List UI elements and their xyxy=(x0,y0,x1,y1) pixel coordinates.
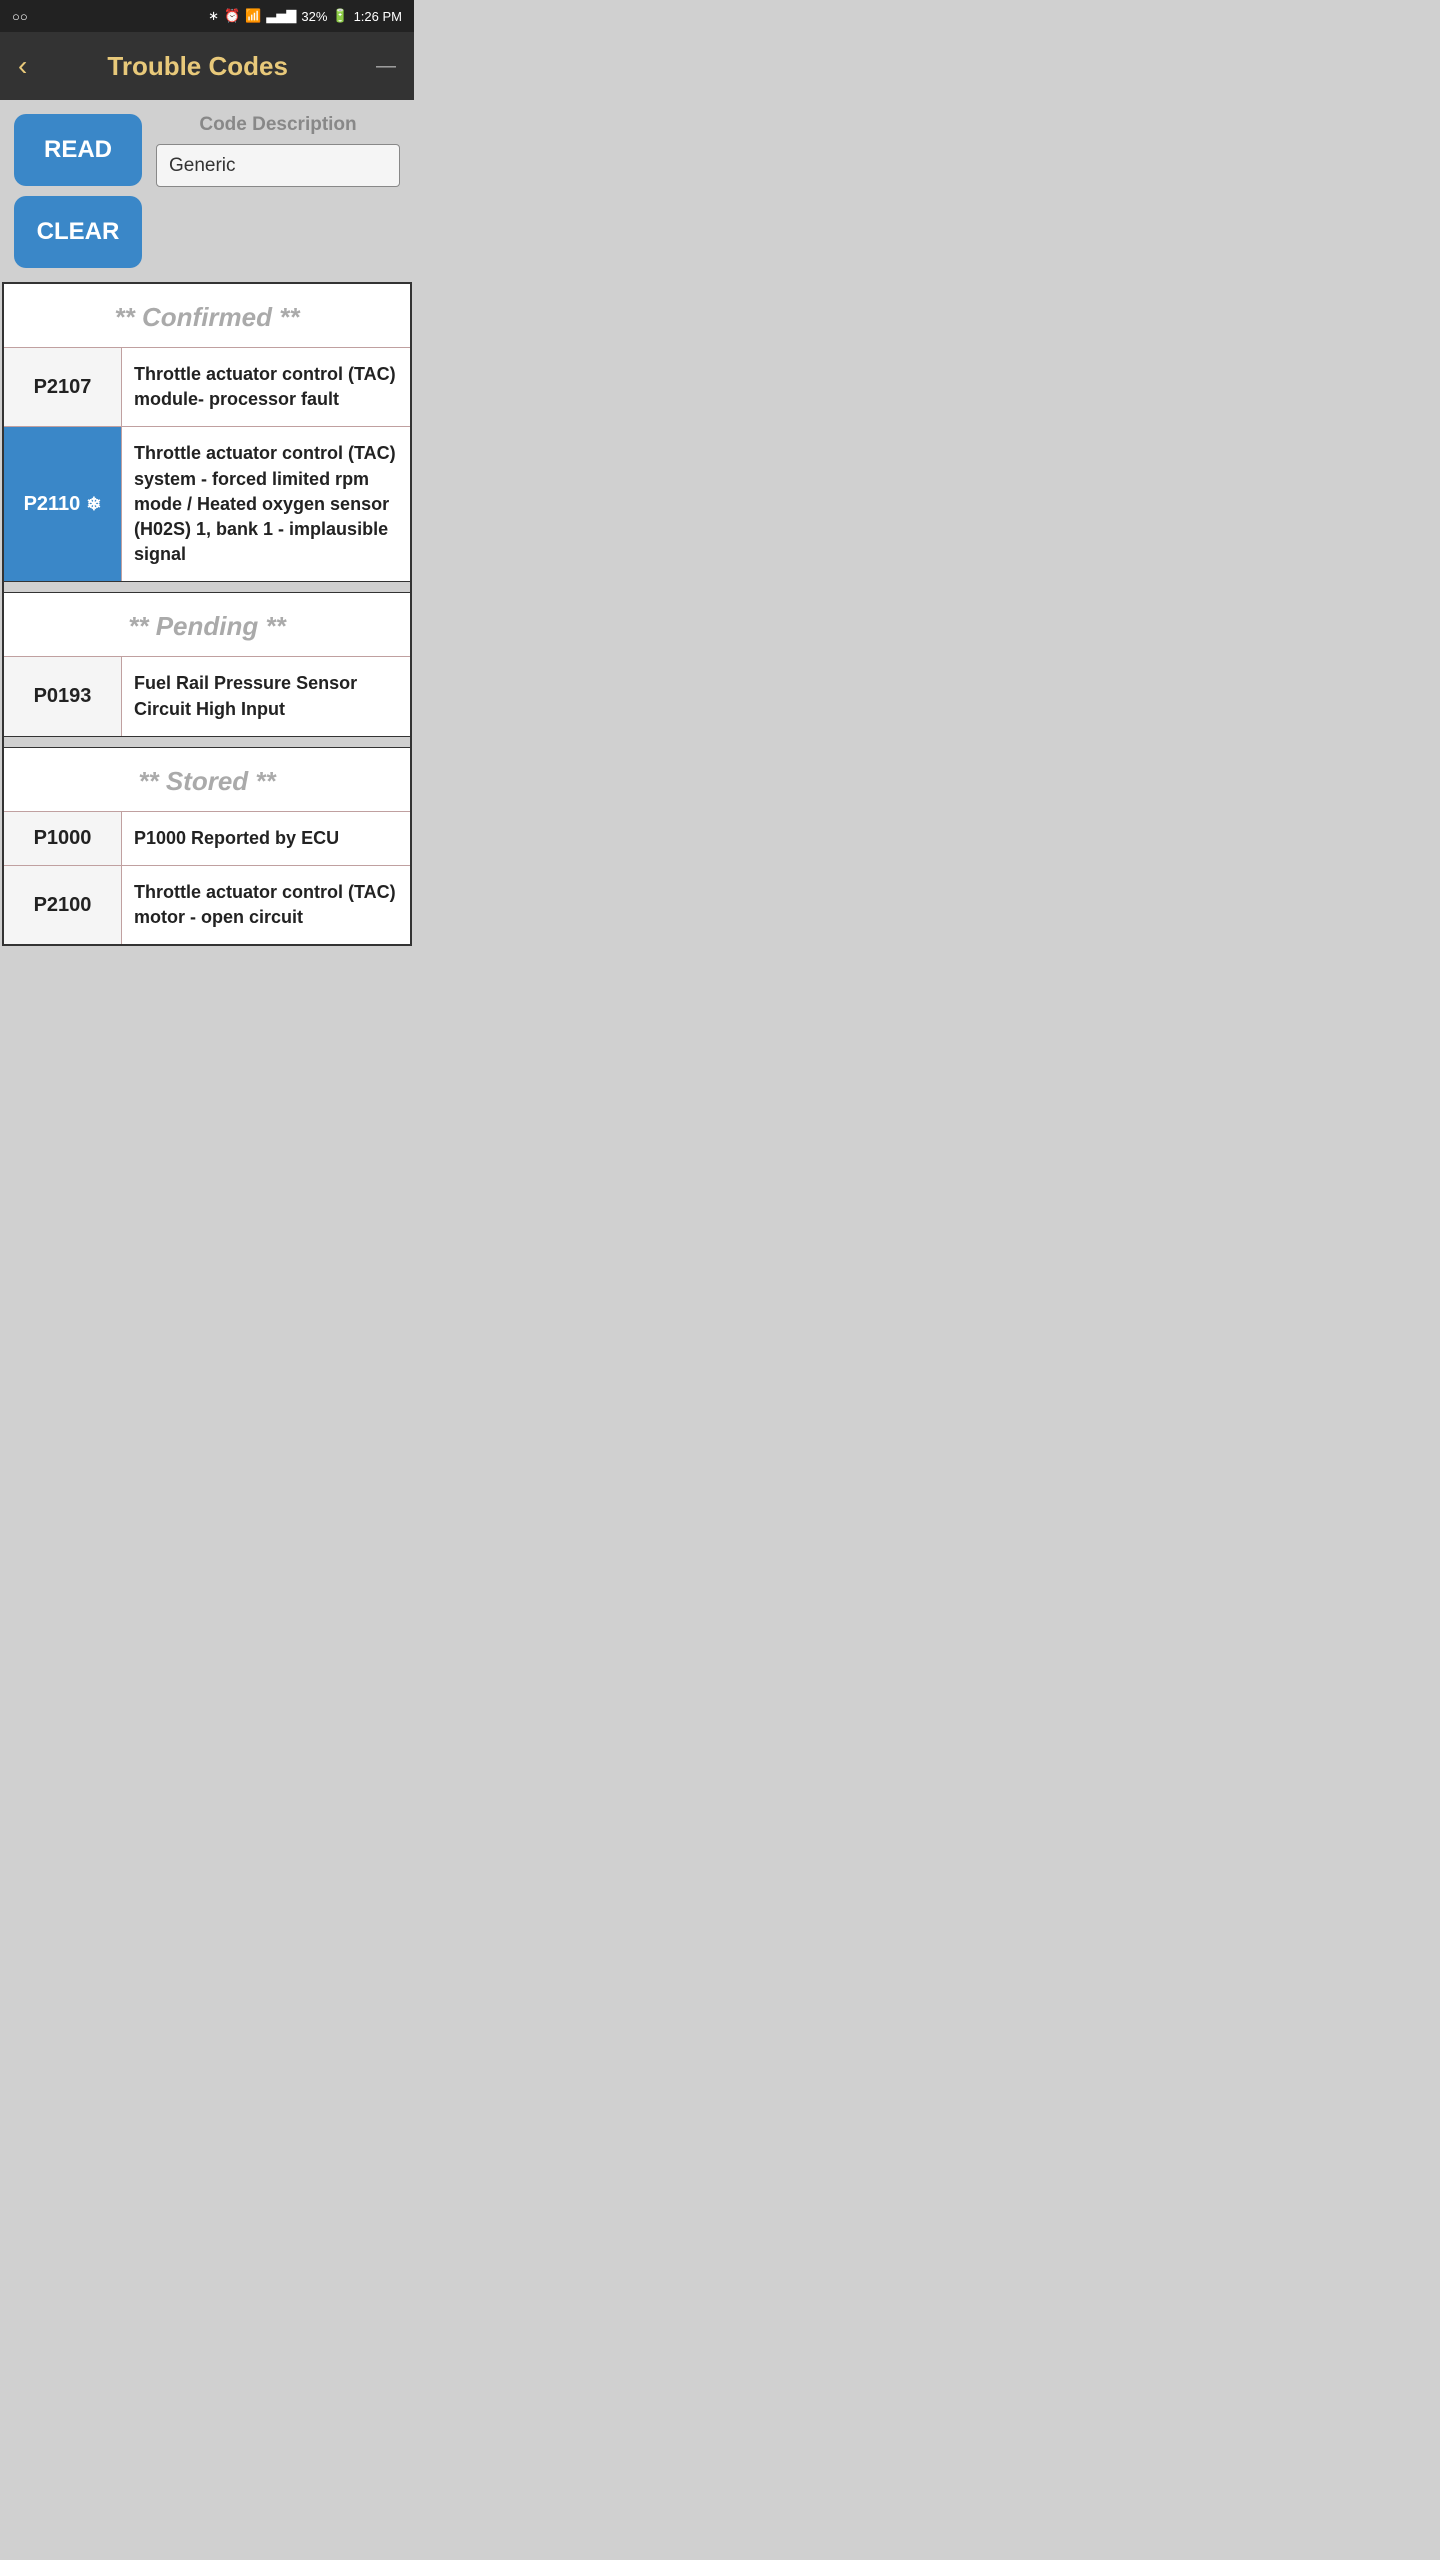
status-left: ○○ xyxy=(12,9,28,24)
code-description-select[interactable]: Generic xyxy=(156,144,400,187)
code-description-section: Code Description Generic xyxy=(156,114,400,268)
read-button[interactable]: READ xyxy=(14,114,142,186)
desc-cell-p0193: Fuel Rail Pressure Sensor Circuit High I… xyxy=(122,657,410,735)
status-bar: ○○ ∗ ⏰ 📶 ▃▅▇ 32% 🔋 1:26 PM xyxy=(0,0,414,32)
battery-icon: 🔋 xyxy=(332,8,348,24)
section-divider-2 xyxy=(4,736,410,748)
desc-cell-p2110: Throttle actuator control (TAC) system -… xyxy=(122,427,410,581)
action-buttons: READ CLEAR xyxy=(14,114,142,268)
controls-row: READ CLEAR Code Description Generic xyxy=(0,100,414,282)
status-right: ∗ ⏰ 📶 ▃▅▇ 32% 🔋 1:26 PM xyxy=(208,8,402,24)
code-cell-p2110[interactable]: P2110 ❄ xyxy=(4,427,122,581)
desc-cell-p1000: P1000 Reported by ECU xyxy=(122,812,410,865)
clear-button[interactable]: CLEAR xyxy=(14,196,142,268)
code-description-label: Code Description xyxy=(156,114,400,136)
notification-icon: ○○ xyxy=(12,9,28,24)
menu-icon[interactable]: — xyxy=(368,55,396,78)
table-row: P2110 ❄ Throttle actuator control (TAC) … xyxy=(4,426,410,581)
code-cell-p2100[interactable]: P2100 xyxy=(4,866,122,944)
pending-section-header: ** Pending ** xyxy=(4,593,410,656)
confirmed-section-header: ** Confirmed ** xyxy=(4,284,410,347)
table-row: P1000 P1000 Reported by ECU xyxy=(4,811,410,865)
bluetooth-icon: ∗ xyxy=(208,8,219,24)
time-display: 1:26 PM xyxy=(354,9,402,24)
codes-table: ** Confirmed ** P2107 Throttle actuator … xyxy=(2,282,412,946)
desc-cell-p2100: Throttle actuator control (TAC) motor - … xyxy=(122,866,410,944)
table-row: P2100 Throttle actuator control (TAC) mo… xyxy=(4,865,410,944)
alarm-icon: ⏰ xyxy=(224,8,240,24)
signal-icon: ▃▅▇ xyxy=(266,8,296,24)
app-header: ‹ Trouble Codes — xyxy=(0,32,414,100)
back-button[interactable]: ‹ xyxy=(18,50,27,82)
table-row: P0193 Fuel Rail Pressure Sensor Circuit … xyxy=(4,656,410,735)
battery-percent: 32% xyxy=(301,9,327,24)
page-title: Trouble Codes xyxy=(27,51,368,82)
code-cell-p0193[interactable]: P0193 xyxy=(4,657,122,735)
code-cell-p1000[interactable]: P1000 xyxy=(4,812,122,865)
code-cell-p2107[interactable]: P2107 xyxy=(4,348,122,426)
section-divider-1 xyxy=(4,581,410,593)
wifi-icon: 📶 xyxy=(245,8,261,24)
stored-section-header: ** Stored ** xyxy=(4,748,410,811)
table-row: P2107 Throttle actuator control (TAC) mo… xyxy=(4,347,410,426)
snowflake-icon: ❄ xyxy=(86,494,101,515)
desc-cell-p2107: Throttle actuator control (TAC) module- … xyxy=(122,348,410,426)
